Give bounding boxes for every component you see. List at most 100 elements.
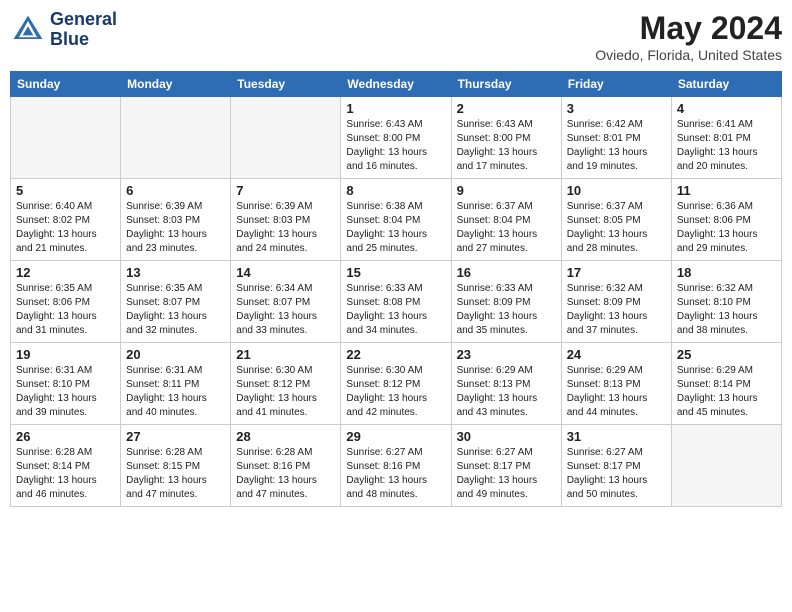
cell-content: Sunrise: 6:29 AM Sunset: 8:13 PM Dayligh…: [457, 364, 556, 420]
day-number: 12: [16, 265, 115, 280]
calendar-cell: 9 Sunrise: 6:37 AM Sunset: 8:04 PM Daylig…: [451, 179, 561, 261]
cell-content: Sunrise: 6:28 AM Sunset: 8:14 PM Dayligh…: [16, 446, 115, 502]
calendar-cell: 23 Sunrise: 6:29 AM Sunset: 8:13 PM Dayli…: [451, 343, 561, 425]
day-number: 23: [457, 347, 556, 362]
week-row-4: 26 Sunrise: 6:28 AM Sunset: 8:14 PM Dayli…: [11, 425, 782, 507]
cell-content: Sunrise: 6:28 AM Sunset: 8:15 PM Dayligh…: [126, 446, 225, 502]
calendar-cell: 25 Sunrise: 6:29 AM Sunset: 8:14 PM Dayli…: [671, 343, 781, 425]
day-header-thursday: Thursday: [451, 72, 561, 97]
calendar-cell: 16Sunrise: 6:33 AM Sunset: 8:09 PM Dayli…: [451, 261, 561, 343]
calendar-cell: 2 Sunrise: 6:43 AM Sunset: 8:00 PM Daylig…: [451, 97, 561, 179]
calendar-cell: [11, 97, 121, 179]
day-number: 26: [16, 429, 115, 444]
day-number: 11: [677, 183, 776, 198]
day-number: 24: [567, 347, 666, 362]
day-number: 28: [236, 429, 335, 444]
cell-content: Sunrise: 6:30 AM Sunset: 8:12 PM Dayligh…: [346, 364, 445, 420]
cell-content: Sunrise: 6:30 AM Sunset: 8:12 PM Dayligh…: [236, 364, 335, 420]
cell-content: Sunrise: 6:39 AM Sunset: 8:03 PM Dayligh…: [236, 200, 335, 256]
week-row-2: 12 Sunrise: 6:35 AM Sunset: 8:06 PM Dayli…: [11, 261, 782, 343]
day-number: 1: [346, 101, 445, 116]
calendar-cell: 30 Sunrise: 6:27 AM Sunset: 8:17 PM Dayli…: [451, 425, 561, 507]
day-header-sunday: Sunday: [11, 72, 121, 97]
calendar-cell: [231, 97, 341, 179]
week-row-3: 19Sunrise: 6:31 AM Sunset: 8:10 PM Dayli…: [11, 343, 782, 425]
cell-content: Sunrise: 6:28 AM Sunset: 8:16 PM Dayligh…: [236, 446, 335, 502]
cell-content: Sunrise: 6:42 AM Sunset: 8:01 PM Dayligh…: [567, 118, 666, 174]
day-header-monday: Monday: [121, 72, 231, 97]
cell-content: Sunrise: 6:33 AM Sunset: 8:08 PM Dayligh…: [346, 282, 445, 338]
day-number: 18: [677, 265, 776, 280]
day-number: 6: [126, 183, 225, 198]
day-header-wednesday: Wednesday: [341, 72, 451, 97]
calendar-cell: 19Sunrise: 6:31 AM Sunset: 8:10 PM Dayli…: [11, 343, 121, 425]
day-number: 29: [346, 429, 445, 444]
cell-content: Sunrise: 6:29 AM Sunset: 8:13 PM Dayligh…: [567, 364, 666, 420]
calendar-cell: 28 Sunrise: 6:28 AM Sunset: 8:16 PM Dayli…: [231, 425, 341, 507]
calendar-cell: 20 Sunrise: 6:31 AM Sunset: 8:11 PM Dayli…: [121, 343, 231, 425]
cell-content: Sunrise: 6:29 AM Sunset: 8:14 PM Dayligh…: [677, 364, 776, 420]
title-block: May 2024 Oviedo, Florida, United States: [595, 10, 782, 63]
cell-content: Sunrise: 6:27 AM Sunset: 8:16 PM Dayligh…: [346, 446, 445, 502]
calendar-cell: 6 Sunrise: 6:39 AM Sunset: 8:03 PM Daylig…: [121, 179, 231, 261]
day-number: 13: [126, 265, 225, 280]
day-number: 4: [677, 101, 776, 116]
calendar-cell: 24 Sunrise: 6:29 AM Sunset: 8:13 PM Dayli…: [561, 343, 671, 425]
cell-content: Sunrise: 6:27 AM Sunset: 8:17 PM Dayligh…: [567, 446, 666, 502]
calendar-cell: [121, 97, 231, 179]
day-number: 2: [457, 101, 556, 116]
week-row-1: 5Sunrise: 6:40 AM Sunset: 8:02 PM Daylig…: [11, 179, 782, 261]
calendar-cell: 1Sunrise: 6:43 AM Sunset: 8:00 PM Daylig…: [341, 97, 451, 179]
cell-content: Sunrise: 6:40 AM Sunset: 8:02 PM Dayligh…: [16, 200, 115, 256]
cell-content: Sunrise: 6:35 AM Sunset: 8:07 PM Dayligh…: [126, 282, 225, 338]
calendar-cell: 10Sunrise: 6:37 AM Sunset: 8:05 PM Dayli…: [561, 179, 671, 261]
day-number: 31: [567, 429, 666, 444]
calendar-cell: 15 Sunrise: 6:33 AM Sunset: 8:08 PM Dayli…: [341, 261, 451, 343]
day-number: 7: [236, 183, 335, 198]
cell-content: Sunrise: 6:32 AM Sunset: 8:10 PM Dayligh…: [677, 282, 776, 338]
day-number: 3: [567, 101, 666, 116]
calendar-cell: 3 Sunrise: 6:42 AM Sunset: 8:01 PM Daylig…: [561, 97, 671, 179]
day-number: 25: [677, 347, 776, 362]
calendar-cell: 11Sunrise: 6:36 AM Sunset: 8:06 PM Dayli…: [671, 179, 781, 261]
day-header-saturday: Saturday: [671, 72, 781, 97]
cell-content: Sunrise: 6:34 AM Sunset: 8:07 PM Dayligh…: [236, 282, 335, 338]
cell-content: Sunrise: 6:43 AM Sunset: 8:00 PM Dayligh…: [457, 118, 556, 174]
logo: General Blue: [10, 10, 117, 50]
cell-content: Sunrise: 6:31 AM Sunset: 8:11 PM Dayligh…: [126, 364, 225, 420]
logo-line1: General: [50, 10, 117, 30]
month-year: May 2024: [595, 10, 782, 47]
calendar-cell: 13 Sunrise: 6:35 AM Sunset: 8:07 PM Dayli…: [121, 261, 231, 343]
day-number: 21: [236, 347, 335, 362]
day-number: 8: [346, 183, 445, 198]
week-row-0: 1 Sunrise: 6:43 AM Sunset: 8:00 PM Daylig…: [11, 97, 782, 179]
logo-icon: [10, 12, 46, 48]
calendar-cell: 8 Sunrise: 6:38 AM Sunset: 8:04 PM Daylig…: [341, 179, 451, 261]
location: Oviedo, Florida, United States: [595, 47, 782, 63]
calendar-cell: 5Sunrise: 6:40 AM Sunset: 8:02 PM Daylig…: [11, 179, 121, 261]
day-number: 20: [126, 347, 225, 362]
cell-content: Sunrise: 6:38 AM Sunset: 8:04 PM Dayligh…: [346, 200, 445, 256]
calendar-cell: 14Sunrise: 6:34 AM Sunset: 8:07 PM Dayli…: [231, 261, 341, 343]
day-number: 15: [346, 265, 445, 280]
calendar-cell: 7 Sunrise: 6:39 AM Sunset: 8:03 PM Daylig…: [231, 179, 341, 261]
calendar-cell: 12 Sunrise: 6:35 AM Sunset: 8:06 PM Dayli…: [11, 261, 121, 343]
cell-content: Sunrise: 6:39 AM Sunset: 8:03 PM Dayligh…: [126, 200, 225, 256]
calendar-cell: 4Sunrise: 6:41 AM Sunset: 8:01 PM Daylig…: [671, 97, 781, 179]
calendar-cell: 22Sunrise: 6:30 AM Sunset: 8:12 PM Dayli…: [341, 343, 451, 425]
day-number: 9: [457, 183, 556, 198]
cell-content: Sunrise: 6:37 AM Sunset: 8:05 PM Dayligh…: [567, 200, 666, 256]
day-header-friday: Friday: [561, 72, 671, 97]
calendar-cell: 17Sunrise: 6:32 AM Sunset: 8:09 PM Dayli…: [561, 261, 671, 343]
cell-content: Sunrise: 6:37 AM Sunset: 8:04 PM Dayligh…: [457, 200, 556, 256]
header-row: SundayMondayTuesdayWednesdayThursdayFrid…: [11, 72, 782, 97]
logo-line2: Blue: [50, 30, 117, 50]
page-header: General Blue May 2024 Oviedo, Florida, U…: [10, 10, 782, 63]
cell-content: Sunrise: 6:35 AM Sunset: 8:06 PM Dayligh…: [16, 282, 115, 338]
cell-content: Sunrise: 6:27 AM Sunset: 8:17 PM Dayligh…: [457, 446, 556, 502]
day-number: 27: [126, 429, 225, 444]
day-number: 30: [457, 429, 556, 444]
calendar-cell: 26 Sunrise: 6:28 AM Sunset: 8:14 PM Dayli…: [11, 425, 121, 507]
calendar-cell: [671, 425, 781, 507]
logo-text: General Blue: [50, 10, 117, 50]
